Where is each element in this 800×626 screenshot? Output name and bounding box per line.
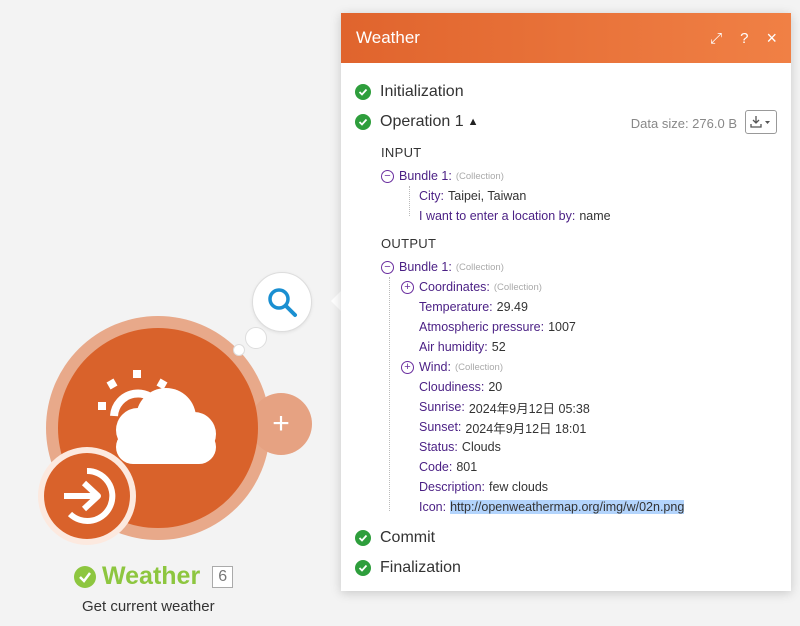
output-label: OUTPUT (381, 236, 437, 251)
item-value[interactable]: name (579, 209, 610, 223)
item-key: Wind: (419, 360, 451, 374)
item-type: (Collection) (493, 281, 542, 293)
input-tree: − Bundle 1: (Collection) City: Taipei, T… (381, 166, 777, 226)
item-value[interactable]: 52 (492, 340, 506, 354)
module-title-row: Weather 6 (74, 562, 254, 591)
phase-finalization[interactable]: Finalization (355, 553, 777, 583)
expand-icon[interactable]: ⤢ (710, 31, 722, 46)
arrow-right-circle-icon (64, 467, 116, 524)
check-icon (355, 84, 371, 100)
expand-toggle-icon[interactable]: + (401, 280, 414, 294)
input-bundle[interactable]: − Bundle 1: (Collection) (381, 166, 777, 186)
module-id-badge: 6 (212, 565, 234, 588)
item-key: Cloudiness: (419, 380, 485, 394)
tree-item[interactable]: Icon: http://openweathermap.org/img/w/02… (381, 497, 777, 517)
data-size: Data size: 276.0 B (630, 116, 737, 131)
output-tree: − Bundle 1: (Collection) + Coordinates: … (381, 257, 777, 517)
tree-item[interactable]: Air humidity: 52 (381, 337, 777, 357)
tree-item[interactable]: Code: 801 (381, 457, 777, 477)
thought-dot (245, 327, 267, 349)
item-key: Code: (419, 460, 453, 474)
item-value[interactable]: Clouds (462, 440, 501, 454)
item-value[interactable]: 2024年9月12日 05:38 (469, 398, 590, 417)
tree-item[interactable]: City: Taipei, Taiwan (381, 186, 777, 206)
inspect-bubble[interactable] (252, 272, 312, 332)
item-value[interactable]: Taipei, Taiwan (448, 189, 526, 203)
caret-up-icon[interactable]: ▲ (468, 116, 479, 128)
item-key: Status: (419, 440, 458, 454)
tree-item[interactable]: Status: Clouds (381, 437, 777, 457)
bundle-key: Bundle 1: (399, 169, 452, 183)
bundle-key: Bundle 1: (399, 260, 452, 274)
wind-collection[interactable]: + Wind: (Collection) (381, 357, 777, 377)
tree-item[interactable]: Atmospheric pressure: 1007 (381, 317, 777, 337)
panel-pointer (331, 291, 341, 311)
tree-item[interactable]: Temperature: 29.49 (381, 297, 777, 317)
add-module-button[interactable]: + (250, 393, 312, 455)
check-icon (355, 560, 371, 576)
item-key: Description: (419, 480, 485, 494)
phase-label: Commit (380, 529, 436, 546)
tree-item[interactable]: I want to enter a location by: name (381, 206, 777, 226)
item-key: Temperature: (419, 300, 493, 314)
bundle-type: (Collection) (455, 170, 504, 182)
item-value[interactable]: 29.49 (497, 300, 528, 314)
bundle-type: (Collection) (455, 261, 504, 273)
output-bundle[interactable]: − Bundle 1: (Collection) (381, 257, 777, 277)
panel-title: Weather (356, 28, 420, 47)
item-value[interactable]: 1007 (548, 320, 576, 334)
phase-commit[interactable]: Commit (355, 523, 777, 553)
item-key: Coordinates: (419, 280, 490, 294)
item-key: Air humidity: (419, 340, 488, 354)
item-key: Icon: (419, 500, 447, 514)
item-key: Sunset: (419, 420, 462, 434)
check-icon (355, 530, 371, 546)
item-key: Sunrise: (419, 400, 465, 414)
trigger-badge (38, 447, 136, 545)
expand-toggle-icon[interactable]: + (401, 360, 414, 374)
tree-item[interactable]: Cloudiness: 20 (381, 377, 777, 397)
collapse-icon[interactable]: − (381, 169, 394, 183)
thought-dot (233, 344, 245, 356)
tree-item[interactable]: Sunrise: 2024年9月12日 05:38 (381, 397, 777, 417)
item-value[interactable]: few clouds (489, 480, 548, 494)
close-icon[interactable]: × (766, 29, 777, 47)
item-value[interactable]: 20 (488, 380, 502, 394)
tree-item[interactable]: Sunset: 2024年9月12日 18:01 (381, 417, 777, 437)
item-key: I want to enter a location by: (419, 209, 576, 223)
item-key: City: (419, 189, 444, 203)
help-icon[interactable]: ? (740, 31, 748, 46)
check-icon (355, 114, 371, 130)
collapse-icon[interactable]: − (381, 260, 394, 274)
input-label: INPUT (381, 145, 422, 160)
phase-initialization[interactable]: Initialization (355, 77, 777, 107)
item-value[interactable]: 801 (456, 460, 477, 474)
module-title: Weather (102, 562, 201, 590)
phase-label: Operation 1 (380, 113, 464, 130)
coordinates-collection[interactable]: + Coordinates: (Collection) (381, 277, 777, 297)
panel-header: Weather ⤢ ? × (341, 13, 791, 63)
item-value-selected[interactable]: http://openweathermap.org/img/w/02n.png (450, 500, 685, 514)
weather-module[interactable]: + Weather 6 Get current weather (0, 0, 340, 626)
search-icon (268, 288, 297, 317)
tree-item[interactable]: Description: few clouds (381, 477, 777, 497)
item-type: (Collection) (454, 361, 503, 373)
download-icon (750, 116, 770, 128)
panel-body: Initialization Operation 1 ▲ Data size: … (341, 63, 791, 583)
module-subtitle: Get current weather (82, 598, 215, 615)
item-key: Atmospheric pressure: (419, 320, 545, 334)
phase-label: Finalization (380, 559, 461, 576)
phase-label: Initialization (380, 83, 464, 100)
plus-icon: + (272, 407, 290, 440)
item-value[interactable]: 2024年9月12日 18:01 (465, 418, 586, 437)
download-button[interactable] (745, 110, 777, 134)
execution-panel: Weather ⤢ ? × Initialization Operation 1… (341, 13, 791, 591)
check-icon (74, 565, 96, 588)
